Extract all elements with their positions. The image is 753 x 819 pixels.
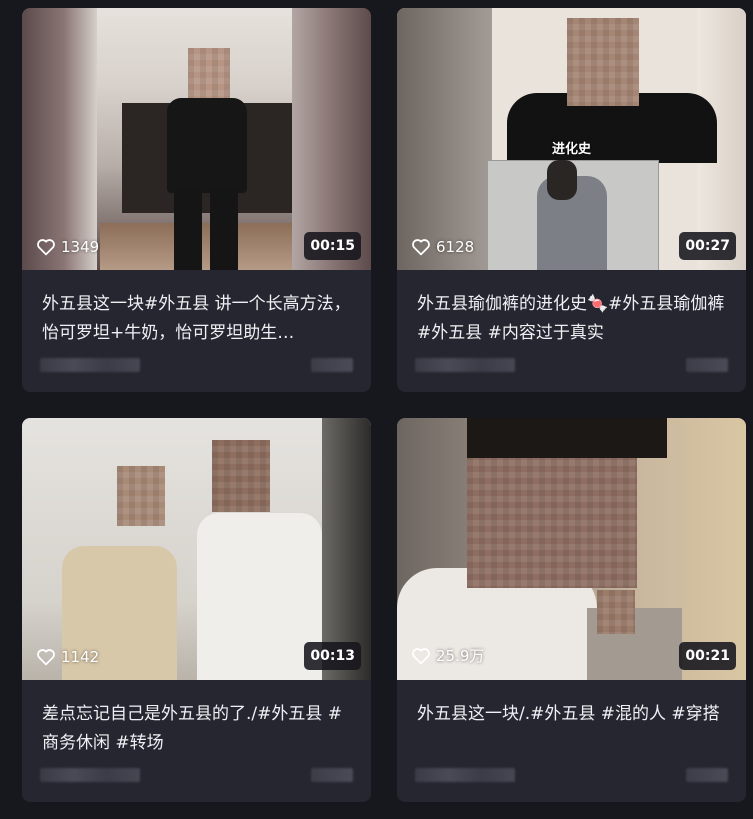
video-title[interactable]: 外五县瑜伽裤的进化史🍬#外五县瑜伽裤 #外五县 #内容过于真实 [397,290,746,350]
blurred-date [311,768,353,782]
video-thumbnail[interactable]: 1142 00:13 [22,418,371,680]
duration-badge: 00:13 [304,642,361,670]
like-count-text: 1349 [61,238,100,256]
blurred-face [212,440,270,512]
video-card[interactable]: 1142 00:13 差点忘记自己是外五县的了./#外五县 #商务休闲 #转场 [22,418,371,802]
like-count-text: 6128 [436,238,475,256]
blurred-date [686,358,728,372]
video-title[interactable]: 外五县这一块/.#外五县 #混的人 #穿搭 [397,700,746,760]
like-count: 1142 [36,648,99,666]
blurred-author [40,768,140,782]
duration-badge: 00:15 [304,232,361,260]
video-thumbnail[interactable]: 1349 00:15 [22,8,371,270]
like-count-text: 25.9万 [436,647,485,665]
duration-badge: 00:21 [679,642,736,670]
blurred-date [686,768,728,782]
video-card[interactable]: 1349 00:15 外五县这一块#外五县 讲一个长高方法，怡可罗坦+牛奶，怡可… [22,8,371,392]
video-thumbnail[interactable]: 25.9万 00:21 [397,418,746,680]
like-count: 6128 [411,238,474,256]
video-title[interactable]: 差点忘记自己是外五县的了./#外五县 #商务休闲 #转场 [22,700,371,760]
video-card[interactable]: 进化史 6128 00:27 外五县瑜伽裤的进化史🍬#外五县瑜伽裤 #外五县 #… [397,8,746,392]
duration-badge: 00:27 [679,232,736,260]
video-meta [22,354,371,376]
video-thumbnail[interactable]: 进化史 6128 00:27 [397,8,746,270]
heart-outline-icon [412,647,430,664]
heart-outline-icon [412,239,430,256]
blurred-author [415,358,515,372]
blurred-date [311,358,353,372]
like-count: 1349 [36,238,99,256]
blurred-face [117,466,165,526]
like-count: 25.9万 [411,645,484,666]
blurred-face [597,590,635,634]
blurred-face [567,18,639,106]
heart-outline-icon [37,239,55,256]
video-overlay-text: 进化史 [552,142,592,157]
video-card[interactable]: 25.9万 00:21 外五县这一块/.#外五县 #混的人 #穿搭 [397,418,746,802]
video-title[interactable]: 外五县这一块#外五县 讲一个长高方法，怡可罗坦+牛奶，怡可罗坦助生… [22,290,371,350]
blurred-face [188,48,230,98]
heart-outline-icon [37,649,55,666]
video-meta [22,764,371,786]
video-meta [397,764,746,786]
like-count-text: 1142 [61,648,100,666]
blurred-author [40,358,140,372]
video-meta [397,354,746,376]
blurred-author [415,768,515,782]
